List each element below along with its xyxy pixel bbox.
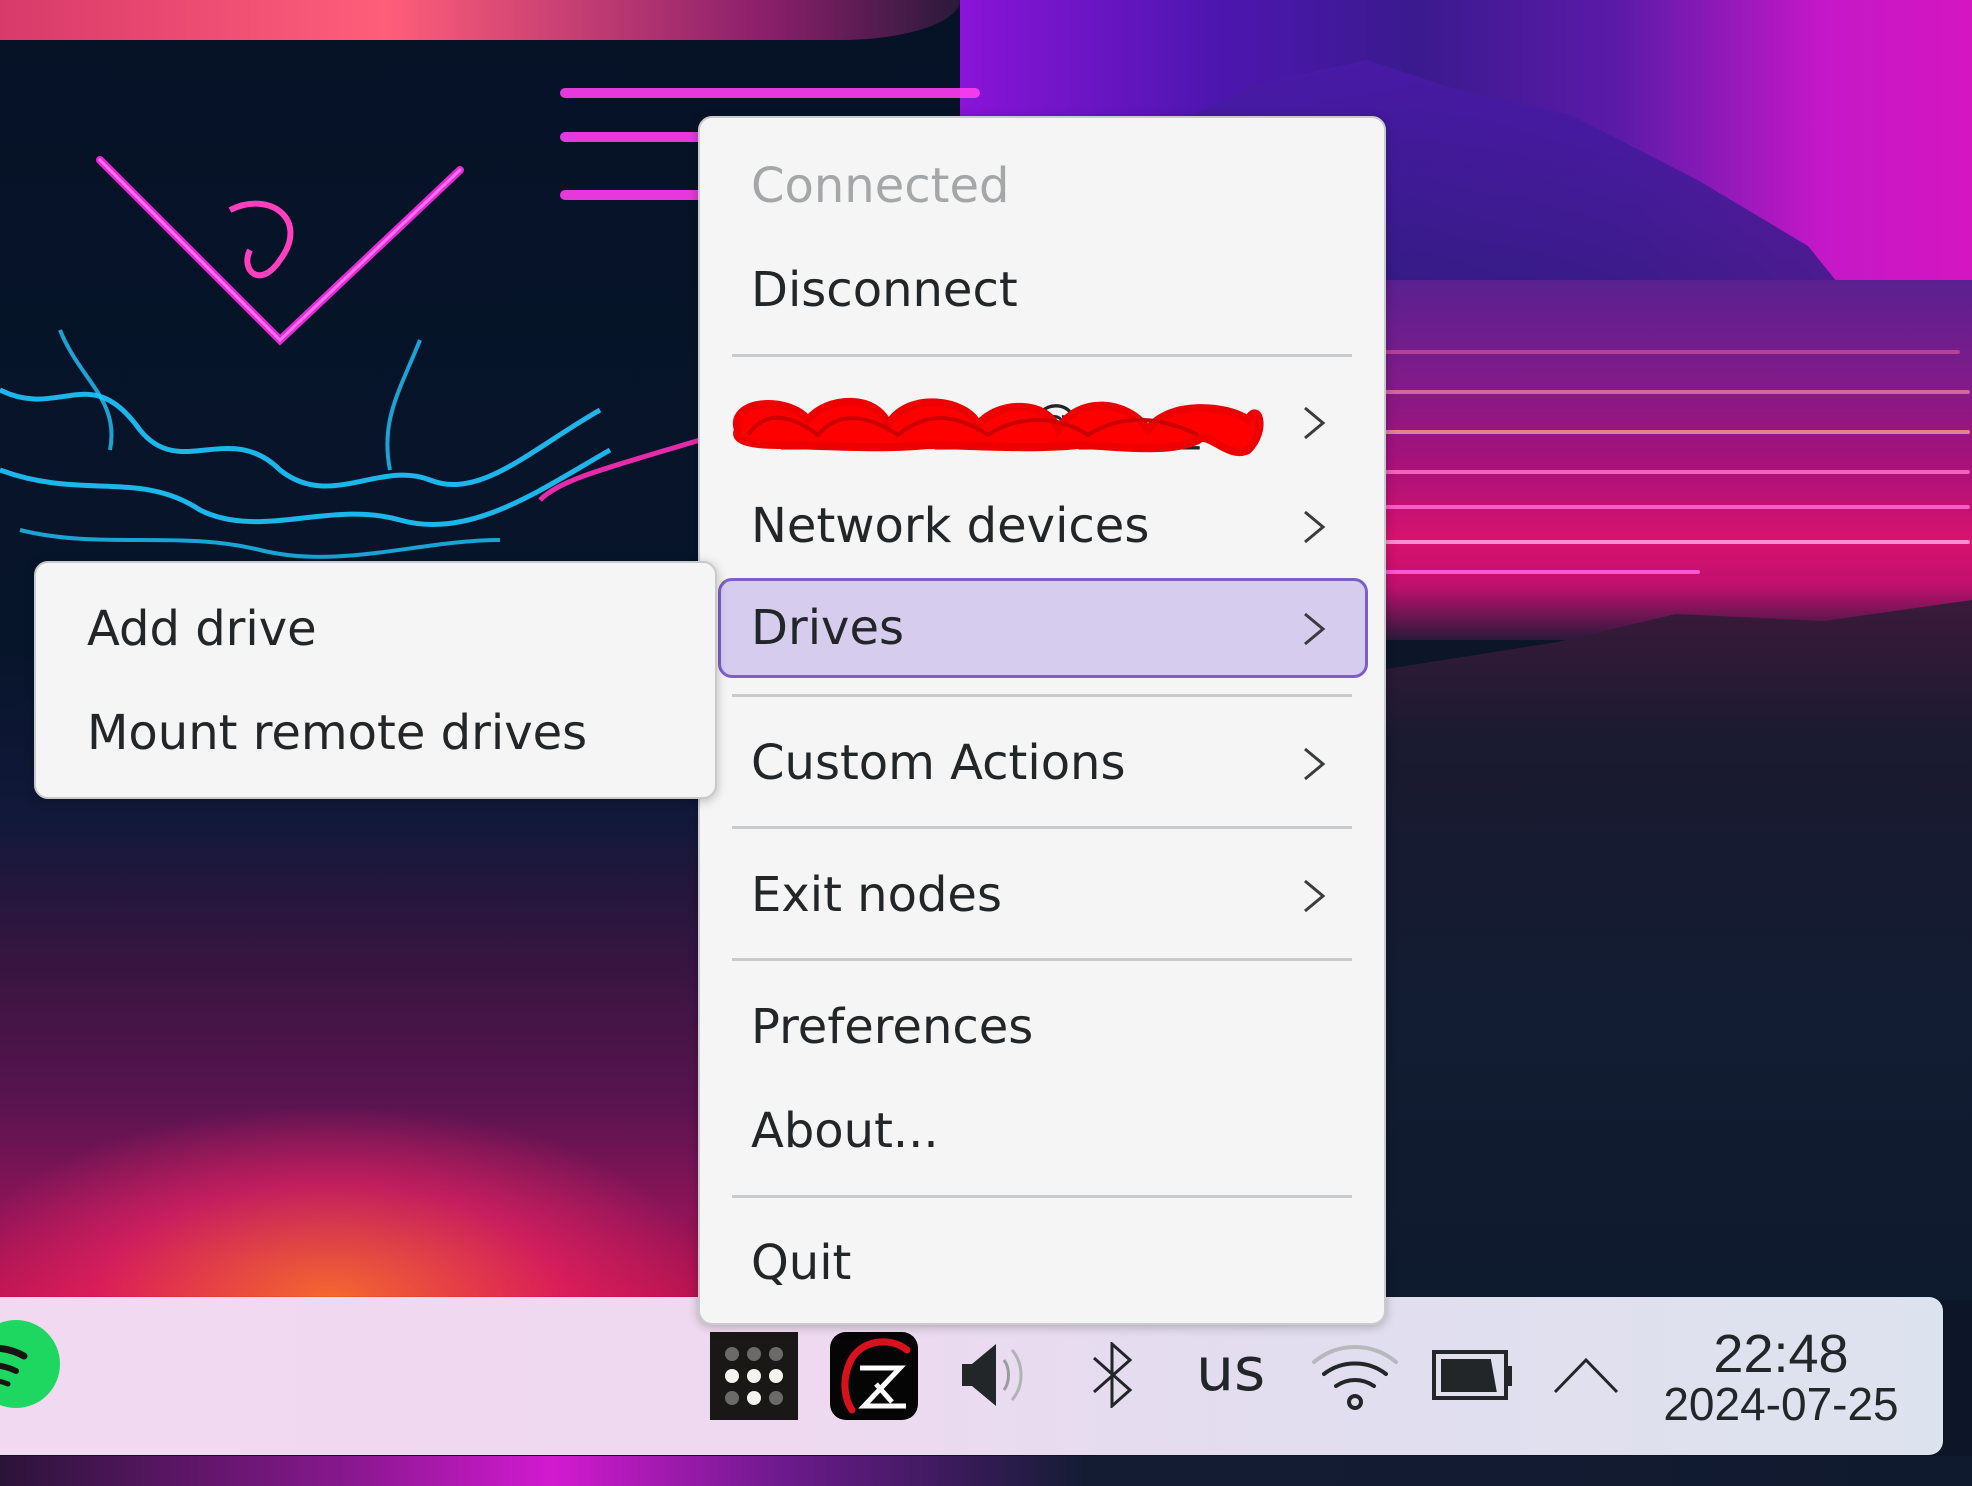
chevron-right-icon xyxy=(1304,747,1326,781)
tailscale-dot xyxy=(769,1369,783,1383)
menu-item-status: Connected xyxy=(700,136,1384,236)
tailscale-dot xyxy=(747,1369,761,1383)
wallpaper-bottom-strip xyxy=(0,1456,1972,1486)
menu-separator xyxy=(732,1195,1352,1198)
menu-item-quit[interactable]: Quit xyxy=(700,1213,1384,1313)
menu-item-label: Exit nodes xyxy=(751,867,1002,923)
digital-clock[interactable]: 22:48 2024-07-25 xyxy=(1650,1324,1912,1430)
menu-item-label: Preferences xyxy=(751,999,1034,1055)
menu-item-label: Quit xyxy=(751,1235,852,1291)
chevron-right-icon xyxy=(1304,406,1326,440)
tailscale-dot xyxy=(725,1347,739,1361)
menu-separator xyxy=(732,826,1352,829)
keyboard-layout-indicator[interactable]: us xyxy=(1196,1340,1265,1400)
menu-item-preferences[interactable]: Preferences xyxy=(700,977,1384,1077)
battery-icon[interactable] xyxy=(1432,1350,1516,1402)
gauge-glyph-icon xyxy=(841,1338,911,1414)
drives-submenu: Add drive Mount remote drives xyxy=(34,561,717,799)
volume-icon[interactable] xyxy=(960,1342,1028,1410)
menu-item-label: Custom Actions xyxy=(751,735,1126,791)
chevron-right-icon xyxy=(1304,879,1326,913)
bluetooth-icon[interactable] xyxy=(1090,1342,1136,1408)
menu-separator xyxy=(732,354,1352,357)
menu-item-about[interactable]: About... xyxy=(700,1081,1384,1181)
menu-item-label: Drives xyxy=(751,600,904,656)
chevron-up-icon[interactable] xyxy=(1552,1356,1620,1396)
menu-item-network-devices[interactable]: Network devices xyxy=(700,476,1384,576)
menu-item-label: Disconnect xyxy=(751,262,1018,318)
clock-time: 22:48 xyxy=(1713,1324,1849,1384)
redaction-scribble xyxy=(732,397,1264,456)
status-label: Connected xyxy=(751,158,1010,214)
menu-item-disconnect[interactable]: Disconnect xyxy=(700,240,1384,340)
submenu-item-add-drive[interactable]: Add drive xyxy=(36,579,715,679)
menu-item-custom-actions[interactable]: Custom Actions xyxy=(700,713,1384,813)
menu-item-label: Add drive xyxy=(87,601,317,657)
menu-item-exit-nodes[interactable]: Exit nodes xyxy=(700,845,1384,945)
wallpaper-neon-waves xyxy=(0,329,700,559)
tailscale-dot xyxy=(725,1369,739,1383)
chevron-right-icon xyxy=(1304,510,1326,544)
wallpaper-hills xyxy=(1380,600,1972,1300)
menu-item-label: Network devices xyxy=(751,498,1150,554)
app-red-gauge-icon[interactable] xyxy=(830,1332,918,1420)
menu-item-account[interactable]: g__o__y____@_____m xyxy=(700,372,1384,472)
wifi-icon[interactable] xyxy=(1310,1342,1400,1410)
battery-level-fill xyxy=(1441,1359,1497,1392)
tailscale-dot xyxy=(769,1347,783,1361)
menu-item-label: About... xyxy=(751,1103,939,1159)
menu-item-label: Mount remote drives xyxy=(87,705,588,761)
chevron-right-icon xyxy=(1304,612,1326,646)
submenu-item-mount-remote-drives[interactable]: Mount remote drives xyxy=(36,683,715,783)
tailscale-dot xyxy=(725,1391,739,1405)
wallpaper-top-band xyxy=(0,0,960,40)
menu-separator xyxy=(732,694,1352,697)
menu-item-drives[interactable]: Drives xyxy=(718,578,1368,678)
tray-context-menu: Connected Disconnect g__o__y____@_____m … xyxy=(698,116,1386,1325)
tailscale-dot xyxy=(747,1347,761,1361)
tailscale-dot xyxy=(747,1391,761,1405)
tailscale-icon[interactable] xyxy=(710,1332,798,1420)
menu-separator xyxy=(732,958,1352,961)
clock-date: 2024-07-25 xyxy=(1663,1378,1899,1430)
tailscale-dot xyxy=(769,1391,783,1405)
